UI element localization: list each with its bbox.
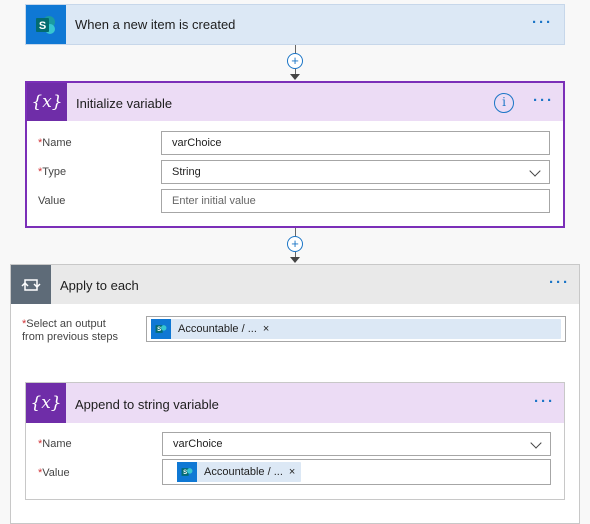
chevron-down-icon — [529, 165, 541, 177]
card-title: Apply to each — [60, 278, 139, 293]
card-title: Append to string variable — [75, 397, 219, 412]
select-output-label: *Select an output from previous steps — [22, 318, 118, 343]
card-header[interactable]: {x} Append to string variable ··· — [26, 383, 564, 423]
type-dropdown[interactable]: String — [161, 160, 550, 184]
add-step-button[interactable]: + — [287, 236, 303, 252]
value-input[interactable]: Enter initial value — [161, 189, 550, 213]
sharepoint-icon: S — [26, 5, 66, 44]
card-more-icon[interactable]: ··· — [533, 92, 554, 109]
card-header[interactable]: Apply to each ··· — [11, 265, 579, 304]
trigger-card[interactable]: S When a new item is created ··· — [25, 4, 565, 45]
sharepoint-icon: S — [151, 319, 171, 339]
apply-to-each-card[interactable]: Apply to each ··· *Select an output from… — [10, 264, 580, 524]
type-label: *Type — [38, 166, 67, 178]
trigger-title: When a new item is created — [75, 17, 236, 32]
select-output-field[interactable]: S Accountable / ... × — [146, 316, 566, 342]
arrow-down-icon — [290, 257, 300, 263]
sharepoint-icon: S — [177, 462, 197, 482]
initialize-variable-card[interactable]: {x} Initialize variable i ··· *Name varC… — [25, 81, 565, 228]
name-label: *Name — [38, 137, 72, 149]
card-header[interactable]: {x} Initialize variable i ··· — [27, 83, 563, 121]
add-step-button[interactable]: + — [287, 53, 303, 69]
svg-text:S: S — [183, 470, 187, 476]
value-label: *Value — [38, 467, 70, 479]
name-dropdown[interactable]: varChoice — [162, 432, 551, 456]
svg-text:S: S — [157, 327, 161, 333]
card-more-icon[interactable]: ··· — [534, 393, 555, 410]
close-icon[interactable]: × — [263, 323, 275, 335]
variable-icon: {x} — [27, 83, 67, 121]
name-label: *Name — [38, 438, 72, 450]
info-icon[interactable]: i — [494, 93, 514, 113]
token-chip[interactable]: S Accountable / ... × — [177, 462, 302, 482]
name-field[interactable]: varChoice — [161, 131, 550, 155]
chevron-down-icon — [530, 437, 542, 449]
trigger-more-icon[interactable]: ··· — [532, 14, 553, 31]
arrow-down-icon — [290, 74, 300, 80]
value-label: Value — [38, 195, 66, 207]
variable-icon: {x} — [26, 383, 66, 423]
value-field[interactable]: S Accountable / ... × — [162, 459, 551, 485]
svg-text:S: S — [39, 20, 46, 32]
close-icon[interactable]: × — [289, 466, 301, 478]
card-more-icon[interactable]: ··· — [549, 274, 570, 291]
append-string-variable-card[interactable]: {x} Append to string variable ··· *Name … — [25, 382, 565, 500]
token-chip[interactable]: S Accountable / ... × — [151, 319, 561, 339]
card-title: Initialize variable — [76, 96, 173, 111]
loop-icon — [11, 265, 51, 304]
